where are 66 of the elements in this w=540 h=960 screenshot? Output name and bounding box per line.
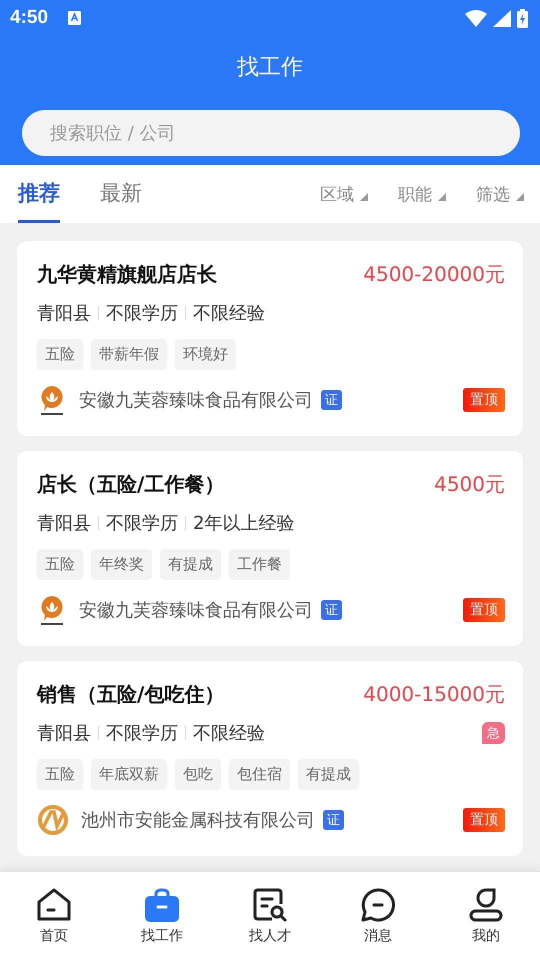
benefit-tag: 包吃 <box>175 759 221 790</box>
benefit-tag: 五险 <box>37 339 83 370</box>
verified-badge: 证 <box>321 600 342 620</box>
job-title: 九华黄精旗舰店店长 <box>37 260 217 288</box>
tab[interactable]: 推荐 <box>18 165 60 223</box>
signal-icon <box>493 10 511 26</box>
nav-tab[interactable]: 消息 <box>324 872 432 960</box>
wifi-icon <box>465 10 487 26</box>
job-requirement: 不限学历 <box>106 512 178 535</box>
job-card[interactable]: 店长（五险/工作餐） 4500元 青阳县 不限学历 2年以上经验 五险 年终奖 有提成 工作餐 安徽九芙蓉臻味食品有限公司 证 置顶 <box>17 451 523 646</box>
filter-dropdown[interactable]: 区域 <box>320 165 368 223</box>
job-requirement: 青阳县 <box>37 302 91 325</box>
filter-dropdown[interactable]: 职能 <box>398 165 446 223</box>
company-name: 池州市安能金属科技有限公司 <box>81 809 315 832</box>
person-icon <box>468 887 504 923</box>
filter-dropdown[interactable]: 筛选 <box>476 165 524 223</box>
benefit-tag: 工作餐 <box>229 549 290 580</box>
nav-tab[interactable]: 我的 <box>432 872 540 960</box>
pinned-badge: 置顶 <box>463 388 505 412</box>
job-requirement: 不限学历 <box>106 302 178 325</box>
benefit-tag: 有提成 <box>160 549 221 580</box>
chat-bubble-icon <box>360 887 396 923</box>
dropdown-triangle-icon <box>438 193 446 201</box>
search-field[interactable]: 搜索职位 / 公司 <box>22 110 520 156</box>
job-requirement: 不限经验 <box>193 722 265 745</box>
benefit-tag: 五险 <box>37 759 83 790</box>
job-card[interactable]: 销售（五险/包吃住） 4000-15000元 青阳县 不限学历 不限经验 急 五险 年底双薪 包吃 包住宿 有提成 池州市安能金属科技有限公司 证 置顶 <box>17 661 523 856</box>
job-requirement: 青阳县 <box>37 512 91 535</box>
job-requirement: 不限学历 <box>106 722 178 745</box>
status-time: 4:50 <box>10 7 48 29</box>
nav-tab[interactable]: 找工作 <box>108 872 216 960</box>
verified-badge: 证 <box>323 810 344 830</box>
benefit-tag: 年底双薪 <box>91 759 167 790</box>
salary: 4000-15000元 <box>363 680 505 708</box>
company-logo <box>37 804 69 836</box>
keyboard-notification-icon <box>68 11 82 25</box>
job-title: 销售（五险/包吃住） <box>37 680 224 708</box>
benefit-tag: 包住宿 <box>229 759 290 790</box>
company-name: 安徽九芙蓉臻味食品有限公司 <box>79 389 313 412</box>
benefit-tag: 年终奖 <box>91 549 152 580</box>
nav-tab[interactable]: 首页 <box>0 872 108 960</box>
verified-badge: 证 <box>321 390 342 410</box>
company-name: 安徽九芙蓉臻味食品有限公司 <box>79 599 313 622</box>
benefit-tag: 带薪年假 <box>91 339 167 370</box>
document-search-icon <box>252 887 288 923</box>
urgent-badge: 急 <box>482 722 505 744</box>
page-title: 找工作 <box>236 54 304 82</box>
nav-tab[interactable]: 找人才 <box>216 872 324 960</box>
benefit-tag: 环境好 <box>175 339 236 370</box>
battery-icon <box>517 8 528 28</box>
benefit-tag: 五险 <box>37 549 83 580</box>
job-title: 店长（五险/工作餐） <box>37 470 224 498</box>
salary: 4500元 <box>434 470 505 498</box>
job-card[interactable]: 九华黄精旗舰店店长 4500-20000元 青阳县 不限学历 不限经验 五险 带薪年假 环境好 安徽九芙蓉臻味食品有限公司 证 置顶 <box>17 241 523 436</box>
benefit-tag: 有提成 <box>298 759 359 790</box>
dropdown-triangle-icon <box>360 193 368 201</box>
pinned-badge: 置顶 <box>463 808 505 832</box>
job-requirement: 不限经验 <box>193 302 265 325</box>
job-requirement: 青阳县 <box>37 722 91 745</box>
home-icon <box>36 887 72 923</box>
job-requirement: 2年以上经验 <box>193 512 294 535</box>
briefcase-icon <box>144 887 180 923</box>
pinned-badge: 置顶 <box>463 598 505 622</box>
dropdown-triangle-icon <box>516 193 524 201</box>
tab[interactable]: 最新 <box>100 165 142 223</box>
salary: 4500-20000元 <box>363 260 505 288</box>
